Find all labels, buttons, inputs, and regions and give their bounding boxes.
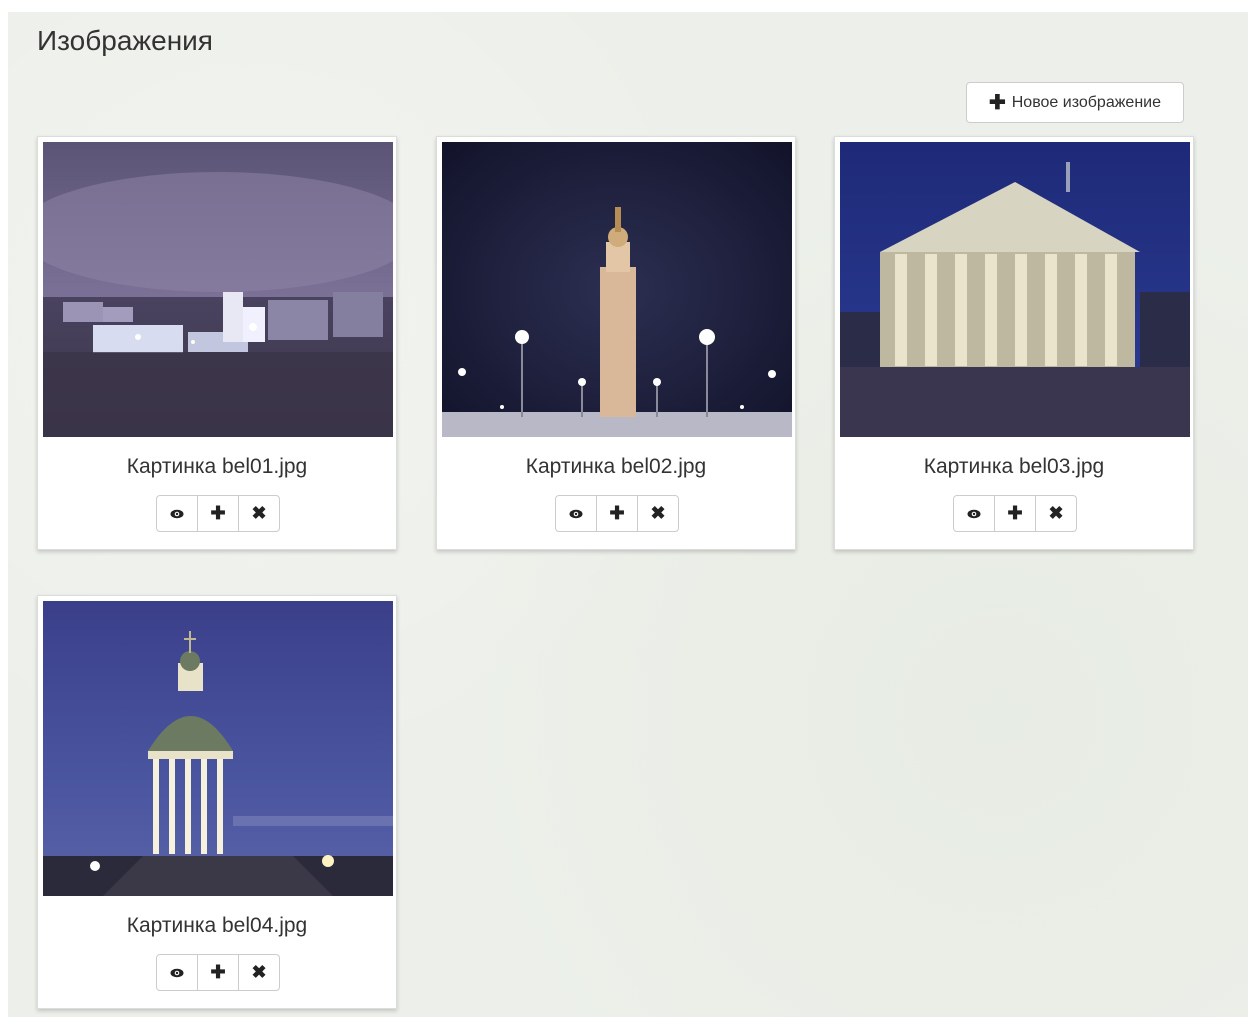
- image-thumbnail[interactable]: [43, 142, 393, 437]
- add-button[interactable]: ✚: [597, 496, 638, 531]
- plus-icon: ✚: [210, 962, 226, 982]
- view-button[interactable]: [556, 496, 597, 531]
- image-actions: ✚ ✖: [156, 954, 280, 991]
- new-image-button-label: Новое изображение: [1011, 93, 1161, 111]
- image-thumbnail[interactable]: [442, 142, 792, 437]
- eye-icon: [569, 509, 583, 518]
- new-image-button[interactable]: ✚ Новое изображение: [966, 82, 1184, 123]
- plus-icon: ✚: [609, 503, 625, 523]
- image-card: Картинка bel02.jpg ✚ ✖: [436, 136, 796, 550]
- plus-icon: ✚: [210, 503, 226, 523]
- add-button[interactable]: ✚: [198, 496, 239, 531]
- image-thumbnail[interactable]: [840, 142, 1190, 437]
- image-actions: ✚ ✖: [953, 495, 1077, 532]
- image-caption: Картинка bel01.jpg: [126, 455, 308, 478]
- page-title: Изображения: [37, 25, 213, 56]
- plus-icon: ✚: [988, 91, 1006, 114]
- eye-icon: [170, 968, 184, 977]
- image-card: Картинка bel04.jpg ✚ ✖: [37, 595, 397, 1009]
- delete-button[interactable]: ✖: [638, 496, 678, 531]
- delete-button[interactable]: ✖: [239, 955, 279, 990]
- image-card: Картинка bel01.jpg ✚ ✖: [37, 136, 397, 550]
- image-thumbnail[interactable]: [43, 601, 393, 896]
- chapel-rotunda-dusk-image: [43, 601, 393, 896]
- delete-button[interactable]: ✖: [239, 496, 279, 531]
- monument-column-night-image: [442, 142, 792, 437]
- close-icon: ✖: [650, 503, 666, 523]
- close-icon: ✖: [251, 503, 267, 523]
- eye-icon: [967, 509, 981, 518]
- delete-button[interactable]: ✖: [1036, 496, 1076, 531]
- view-button[interactable]: [157, 496, 198, 531]
- image-caption: Картинка bel03.jpg: [923, 455, 1105, 478]
- view-button[interactable]: [157, 955, 198, 990]
- theater-facade-night-image: [840, 142, 1190, 437]
- view-button[interactable]: [954, 496, 995, 531]
- eye-icon: [170, 509, 184, 518]
- image-card: Картинка bel03.jpg ✚ ✖: [834, 136, 1194, 550]
- image-caption: Картинка bel02.jpg: [525, 455, 707, 478]
- image-actions: ✚ ✖: [555, 495, 679, 532]
- add-button[interactable]: ✚: [995, 496, 1036, 531]
- close-icon: ✖: [1048, 503, 1064, 523]
- image-caption: Картинка bel04.jpg: [126, 914, 308, 937]
- image-actions: ✚ ✖: [156, 495, 280, 532]
- city-night-panorama-image: [43, 142, 393, 437]
- plus-icon: ✚: [1007, 503, 1023, 523]
- close-icon: ✖: [251, 962, 267, 982]
- add-button[interactable]: ✚: [198, 955, 239, 990]
